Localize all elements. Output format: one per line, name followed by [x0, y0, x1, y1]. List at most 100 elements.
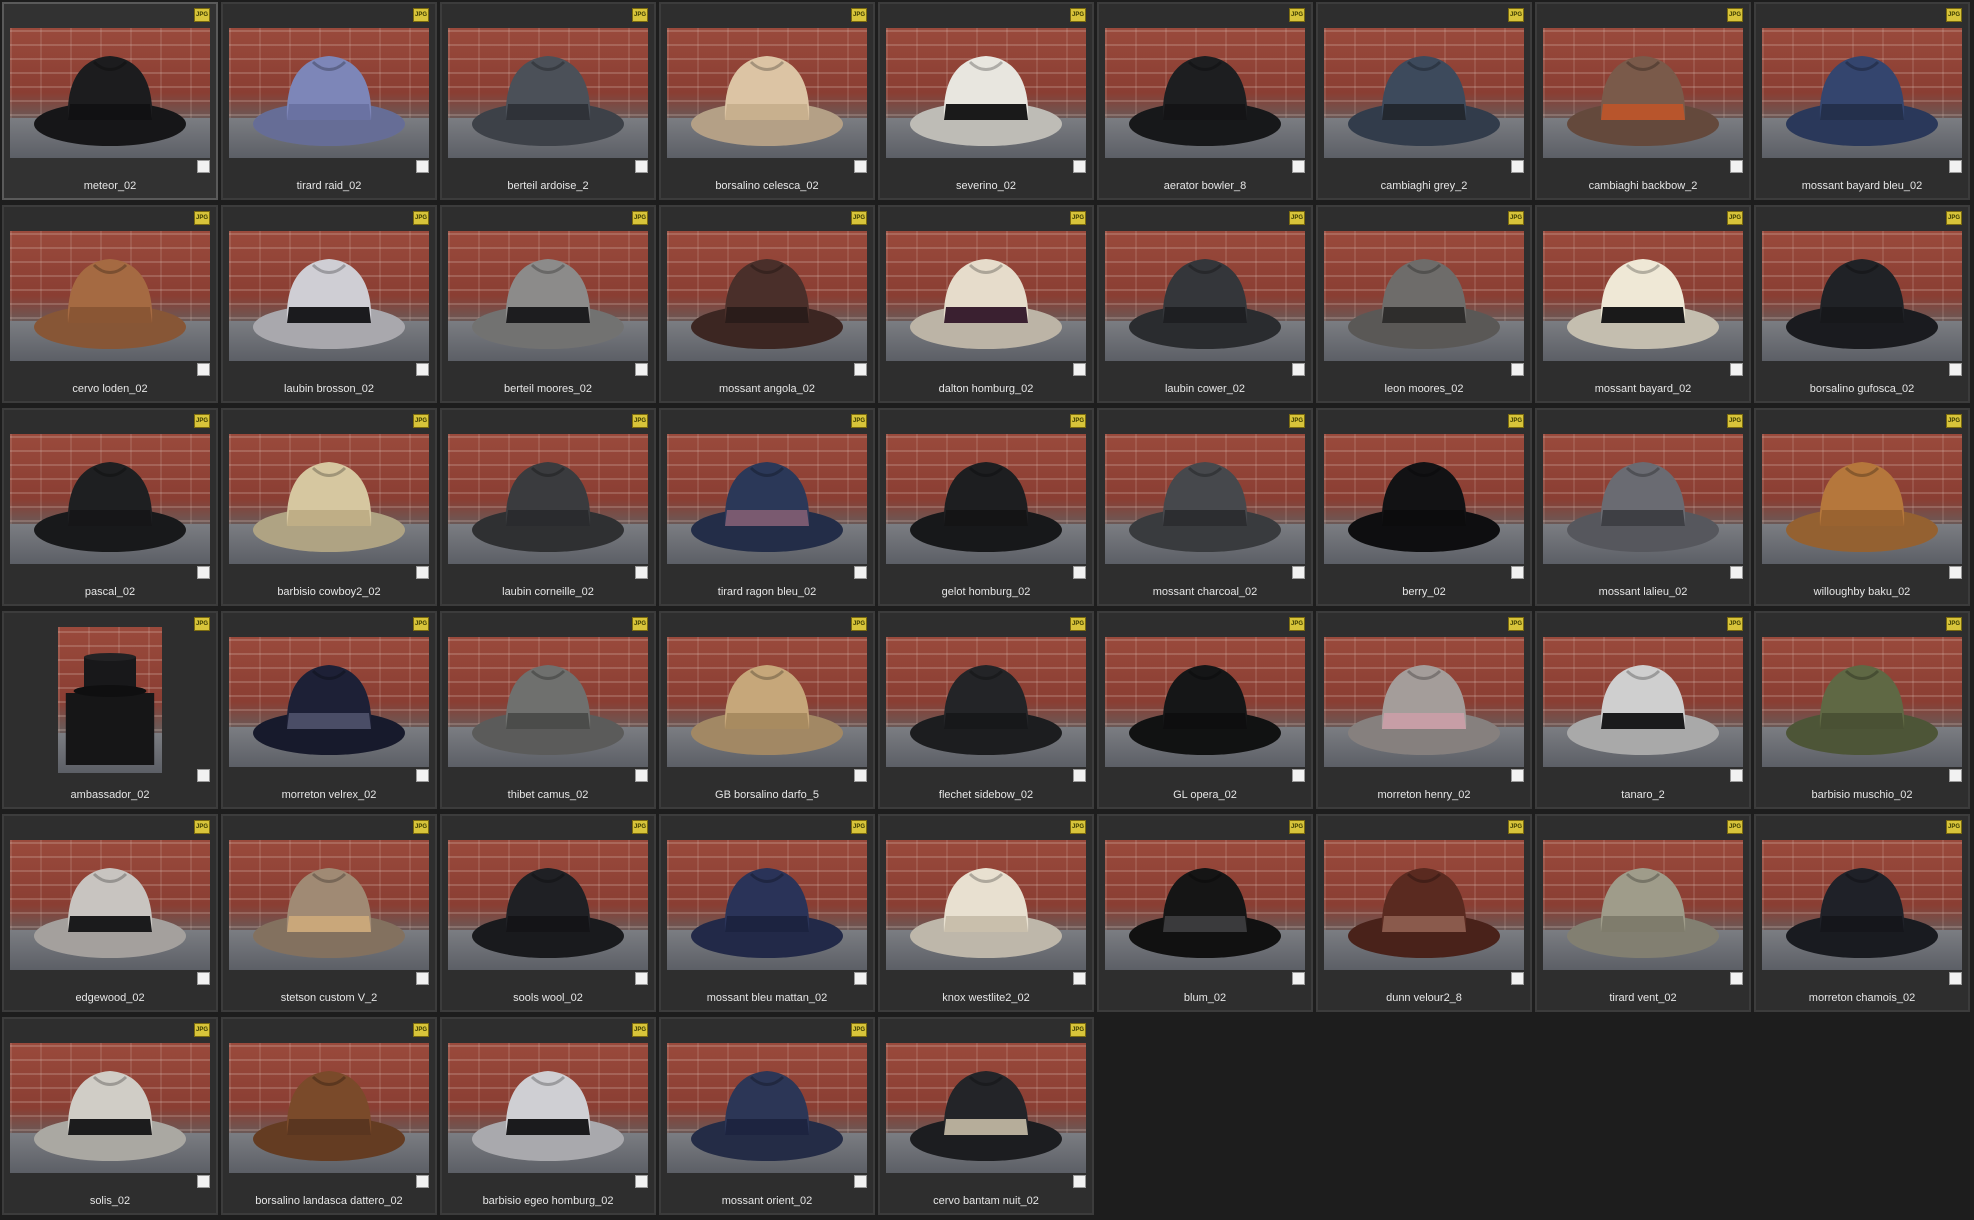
checkbox-icon[interactable]	[1511, 363, 1524, 376]
thumbnail-laubin-cower-02[interactable]: JPG laubin cower_02	[1097, 205, 1313, 403]
checkbox-icon[interactable]	[1292, 363, 1305, 376]
thumbnail-berteil-ardoise-2[interactable]: JPG berteil ardoise_2	[440, 2, 656, 200]
thumbnail-borsalino-gufosca-02[interactable]: JPG borsalino gufosca_02	[1754, 205, 1970, 403]
checkbox-icon[interactable]	[1511, 972, 1524, 985]
checkbox-icon[interactable]	[1730, 566, 1743, 579]
checkbox-icon[interactable]	[1292, 769, 1305, 782]
thumbnail-meteor-02[interactable]: JPG meteor_02	[2, 2, 218, 200]
checkbox-icon[interactable]	[635, 1175, 648, 1188]
thumbnail-pascal-02[interactable]: JPG pascal_02	[2, 408, 218, 606]
thumbnail-tirard-ragon-bleu-02[interactable]: JPG tirard ragon bleu_02	[659, 408, 875, 606]
hat-photo[interactable]	[10, 840, 210, 970]
checkbox-icon[interactable]	[635, 972, 648, 985]
thumbnail-tirard-raid-02[interactable]: JPG tirard raid_02	[221, 2, 437, 200]
hat-photo[interactable]	[1762, 434, 1962, 564]
checkbox-icon[interactable]	[635, 160, 648, 173]
hat-photo[interactable]	[1324, 840, 1524, 970]
checkbox-icon[interactable]	[1730, 972, 1743, 985]
checkbox-icon[interactable]	[854, 160, 867, 173]
checkbox-icon[interactable]	[635, 363, 648, 376]
checkbox-icon[interactable]	[1292, 566, 1305, 579]
checkbox-icon[interactable]	[416, 769, 429, 782]
thumbnail-sools-wool-02[interactable]: JPG sools wool_02	[440, 814, 656, 1012]
checkbox-icon[interactable]	[1511, 769, 1524, 782]
thumbnail-severino-02[interactable]: JPG severino_02	[878, 2, 1094, 200]
thumbnail-barbisio-egeo-homburg-02[interactable]: JPG barbisio egeo homburg_02	[440, 1017, 656, 1215]
hat-photo[interactable]	[229, 637, 429, 767]
hat-photo[interactable]	[58, 627, 162, 773]
checkbox-icon[interactable]	[854, 1175, 867, 1188]
checkbox-icon[interactable]	[1073, 1175, 1086, 1188]
thumbnail-gb-borsalino-darfo-5[interactable]: JPG GB borsalino darfo_5	[659, 611, 875, 809]
hat-photo[interactable]	[886, 840, 1086, 970]
checkbox-icon[interactable]	[1511, 160, 1524, 173]
hat-photo[interactable]	[667, 231, 867, 361]
checkbox-icon[interactable]	[197, 566, 210, 579]
hat-photo[interactable]	[448, 637, 648, 767]
thumbnail-gl-opera-02[interactable]: JPG GL opera_02	[1097, 611, 1313, 809]
checkbox-icon[interactable]	[1949, 160, 1962, 173]
hat-photo[interactable]	[229, 434, 429, 564]
thumbnail-stetson-custom-v-2[interactable]: JPG stetson custom V_2	[221, 814, 437, 1012]
hat-photo[interactable]	[1324, 434, 1524, 564]
thumbnail-cervo-loden-02[interactable]: JPG cervo loden_02	[2, 205, 218, 403]
checkbox-icon[interactable]	[1073, 769, 1086, 782]
hat-photo[interactable]	[1105, 434, 1305, 564]
hat-photo[interactable]	[1762, 637, 1962, 767]
thumbnail-barbisio-muschio-02[interactable]: JPG barbisio muschio_02	[1754, 611, 1970, 809]
thumbnail-laubin-brosson-02[interactable]: JPG laubin brosson_02	[221, 205, 437, 403]
thumbnail-laubin-corneille-02[interactable]: JPG laubin corneille_02	[440, 408, 656, 606]
thumbnail-dalton-homburg-02[interactable]: JPG dalton homburg_02	[878, 205, 1094, 403]
thumbnail-mossant-bayard-bleu-02[interactable]: JPG mossant bayard bleu_02	[1754, 2, 1970, 200]
checkbox-icon[interactable]	[1730, 363, 1743, 376]
hat-photo[interactable]	[448, 434, 648, 564]
hat-photo[interactable]	[1105, 637, 1305, 767]
hat-photo[interactable]	[1762, 840, 1962, 970]
hat-photo[interactable]	[1105, 28, 1305, 158]
hat-photo[interactable]	[1543, 637, 1743, 767]
thumbnail-edgewood-02[interactable]: JPG edgewood_02	[2, 814, 218, 1012]
thumbnail-cambiaghi-backbow-2[interactable]: JPG cambiaghi backbow_2	[1535, 2, 1751, 200]
checkbox-icon[interactable]	[197, 160, 210, 173]
checkbox-icon[interactable]	[416, 160, 429, 173]
thumbnail-tirard-vent-02[interactable]: JPG tirard vent_02	[1535, 814, 1751, 1012]
hat-photo[interactable]	[10, 1043, 210, 1173]
hat-photo[interactable]	[10, 231, 210, 361]
thumbnail-willoughby-baku-02[interactable]: JPG willoughby baku_02	[1754, 408, 1970, 606]
thumbnail-berry-02[interactable]: JPG berry_02	[1316, 408, 1532, 606]
thumbnail-berteil-moores-02[interactable]: JPG berteil moores_02	[440, 205, 656, 403]
hat-photo[interactable]	[1324, 28, 1524, 158]
thumbnail-barbisio-cowboy2-02[interactable]: JPG barbisio cowboy2_02	[221, 408, 437, 606]
checkbox-icon[interactable]	[1073, 363, 1086, 376]
hat-photo[interactable]	[448, 840, 648, 970]
checkbox-icon[interactable]	[1949, 769, 1962, 782]
thumbnail-mossant-charcoal-02[interactable]: JPG mossant charcoal_02	[1097, 408, 1313, 606]
thumbnail-mossant-orient-02[interactable]: JPG mossant orient_02	[659, 1017, 875, 1215]
hat-photo[interactable]	[1762, 231, 1962, 361]
hat-photo[interactable]	[1324, 231, 1524, 361]
thumbnail-knox-westlite2-02[interactable]: JPG knox westlite2_02	[878, 814, 1094, 1012]
thumbnail-mossant-angola-02[interactable]: JPG mossant angola_02	[659, 205, 875, 403]
hat-photo[interactable]	[1543, 840, 1743, 970]
hat-photo[interactable]	[1543, 231, 1743, 361]
thumbnail-gelot-homburg-02[interactable]: JPG gelot homburg_02	[878, 408, 1094, 606]
hat-photo[interactable]	[1543, 28, 1743, 158]
checkbox-icon[interactable]	[1073, 160, 1086, 173]
thumbnail-aerator-bowler-8[interactable]: JPG aerator bowler_8	[1097, 2, 1313, 200]
thumbnail-solis-02[interactable]: JPG solis_02	[2, 1017, 218, 1215]
checkbox-icon[interactable]	[1949, 363, 1962, 376]
thumbnail-cambiaghi-grey-2[interactable]: JPG cambiaghi grey_2	[1316, 2, 1532, 200]
thumbnail-tanaro-2[interactable]: JPG tanaro_2	[1535, 611, 1751, 809]
checkbox-icon[interactable]	[1730, 769, 1743, 782]
checkbox-icon[interactable]	[1073, 566, 1086, 579]
hat-photo[interactable]	[448, 1043, 648, 1173]
checkbox-icon[interactable]	[1073, 972, 1086, 985]
hat-photo[interactable]	[667, 637, 867, 767]
checkbox-icon[interactable]	[197, 363, 210, 376]
hat-photo[interactable]	[886, 637, 1086, 767]
hat-photo[interactable]	[667, 1043, 867, 1173]
checkbox-icon[interactable]	[1511, 566, 1524, 579]
checkbox-icon[interactable]	[635, 566, 648, 579]
checkbox-icon[interactable]	[416, 972, 429, 985]
hat-photo[interactable]	[886, 28, 1086, 158]
